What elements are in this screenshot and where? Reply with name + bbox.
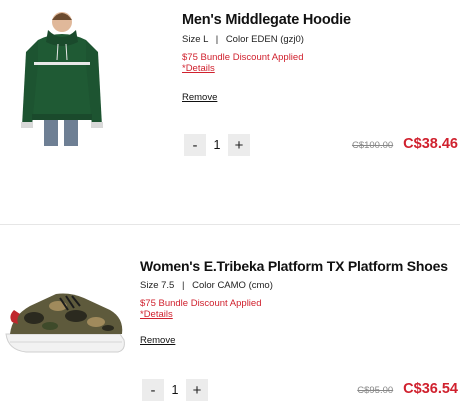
remove-link[interactable]: Remove bbox=[182, 92, 217, 103]
color-label: Color bbox=[225, 34, 249, 45]
separator: | bbox=[215, 34, 219, 45]
product-variant-info: Size 7.5 | Color CAMO (cmo) bbox=[140, 280, 458, 291]
details-link[interactable]: *Details bbox=[182, 63, 452, 74]
bundle-discount-text: $75 Bundle Discount Applied bbox=[140, 298, 262, 309]
sale-price: C$38.46 bbox=[403, 136, 458, 152]
promo-message: $75 Bundle Discount Applied *Details bbox=[140, 298, 458, 320]
size-label: Size bbox=[182, 34, 201, 45]
hoodie-product-image[interactable] bbox=[16, 6, 108, 148]
product-name[interactable]: Men's Middlegate Hoodie bbox=[182, 12, 452, 28]
details-link[interactable]: *Details bbox=[140, 309, 458, 320]
cart-item-shoes: Women's E.Tribeka Platform TX Platform S… bbox=[0, 226, 460, 415]
product-variant-info: Size L | Color EDEN (gzj0) bbox=[182, 34, 452, 45]
quantity-decrease-button[interactable]: - bbox=[184, 134, 206, 156]
hoodie-details: Men's Middlegate Hoodie Size L | Color E… bbox=[182, 12, 452, 105]
item-divider bbox=[0, 224, 460, 225]
quantity-stepper: - 1 + bbox=[142, 379, 208, 401]
product-name[interactable]: Women's E.Tribeka Platform TX Platform S… bbox=[140, 258, 458, 274]
size-value: 7.5 bbox=[161, 280, 175, 291]
size-label: Size bbox=[140, 280, 159, 291]
shoes-details: Women's E.Tribeka Platform TX Platform S… bbox=[140, 258, 458, 348]
color-value: EDEN (gzj0) bbox=[251, 34, 304, 45]
sale-price: C$36.54 bbox=[403, 381, 458, 397]
quantity-decrease-button[interactable]: - bbox=[142, 379, 164, 401]
price-block: C$100.00 C$38.46 bbox=[352, 136, 458, 152]
color-label: Color bbox=[192, 280, 215, 291]
remove-link[interactable]: Remove bbox=[140, 335, 175, 346]
quantity-increase-button[interactable]: + bbox=[186, 379, 208, 401]
quantity-stepper: - 1 + bbox=[184, 134, 250, 156]
color-value: CAMO (cmo) bbox=[217, 280, 273, 291]
promo-message: $75 Bundle Discount Applied *Details bbox=[182, 52, 452, 74]
original-price: C$95.00 bbox=[357, 385, 394, 396]
original-price: C$100.00 bbox=[351, 140, 394, 151]
quantity-value[interactable]: 1 bbox=[164, 383, 186, 397]
cart-item-hoodie: Men's Middlegate Hoodie Size L | Color E… bbox=[0, 0, 460, 225]
bundle-discount-text: $75 Bundle Discount Applied bbox=[182, 52, 304, 63]
separator: | bbox=[181, 280, 185, 291]
price-block: C$95.00 C$36.54 bbox=[357, 381, 458, 397]
shoe-product-image[interactable] bbox=[0, 276, 128, 360]
quantity-value[interactable]: 1 bbox=[206, 138, 228, 152]
size-value: L bbox=[203, 34, 209, 45]
quantity-increase-button[interactable]: + bbox=[228, 134, 250, 156]
